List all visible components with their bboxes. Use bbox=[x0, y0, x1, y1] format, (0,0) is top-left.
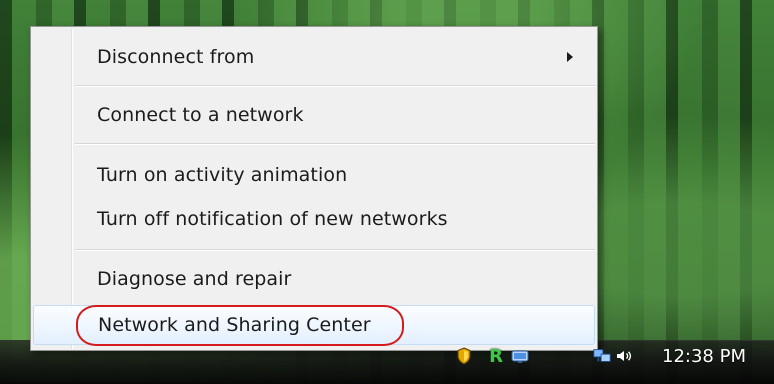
menu-separator bbox=[75, 143, 595, 145]
r-app-icon[interactable]: R bbox=[486, 345, 506, 367]
menu-item-disconnect-from[interactable]: Disconnect from bbox=[33, 37, 595, 77]
menu-item-label: Turn off notification of new networks bbox=[97, 208, 448, 230]
menu-separator bbox=[75, 249, 595, 251]
menu-item-turn-off-notification[interactable]: Turn off notification of new networks bbox=[33, 199, 595, 239]
volume-icon[interactable] bbox=[614, 346, 634, 366]
menu-item-label: Turn on activity animation bbox=[97, 164, 348, 186]
network-icon[interactable] bbox=[592, 346, 612, 366]
menu-item-network-and-sharing-center[interactable]: Network and Sharing Center bbox=[33, 305, 595, 345]
menu-separator bbox=[75, 85, 595, 87]
network-context-menu: Disconnect from Connect to a network Tur… bbox=[30, 26, 598, 351]
submenu-arrow-icon bbox=[567, 52, 573, 62]
r-app-glyph: R bbox=[489, 345, 503, 367]
menu-item-label: Disconnect from bbox=[97, 46, 255, 68]
shield-icon[interactable] bbox=[454, 346, 474, 366]
menu-item-diagnose-and-repair[interactable]: Diagnose and repair bbox=[33, 259, 595, 299]
menu-item-label: Connect to a network bbox=[97, 104, 304, 126]
menu-item-turn-on-activity-animation[interactable]: Turn on activity animation bbox=[33, 155, 595, 195]
menu-item-label: Network and Sharing Center bbox=[98, 314, 371, 336]
gear-icon[interactable] bbox=[510, 346, 530, 366]
menu-item-connect-to-network[interactable]: Connect to a network bbox=[33, 95, 595, 135]
menu-item-label: Diagnose and repair bbox=[97, 268, 292, 290]
tray-clock[interactable]: 12:38 PM bbox=[662, 346, 746, 368]
